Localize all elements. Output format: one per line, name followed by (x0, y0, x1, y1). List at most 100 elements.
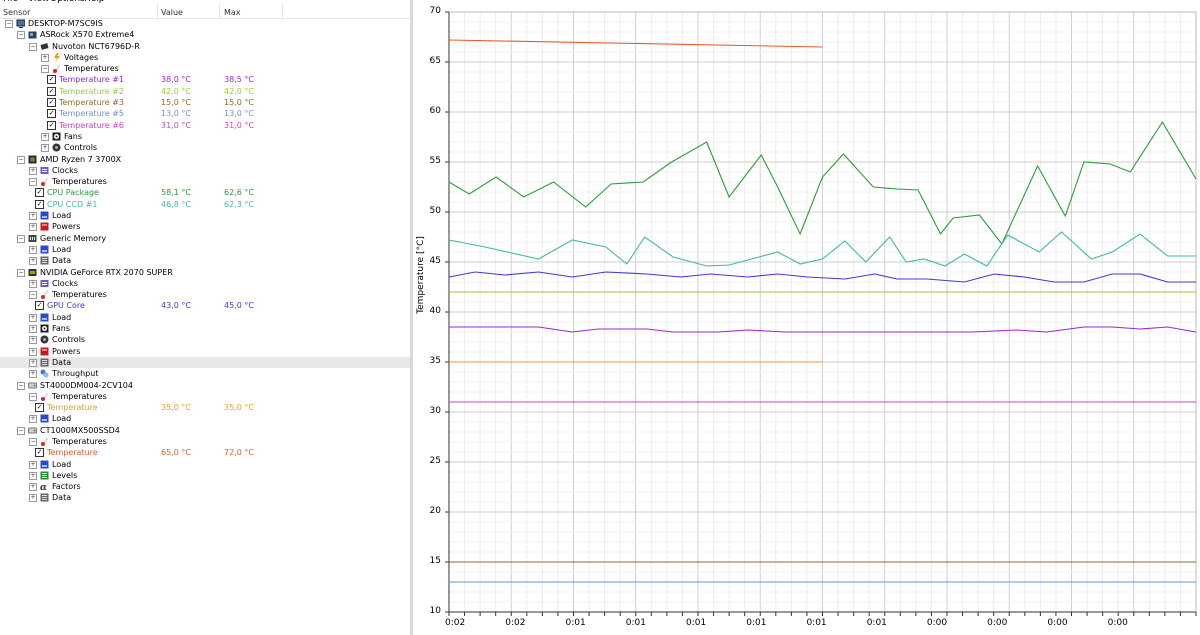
collapse-toggle[interactable]: − (17, 31, 25, 40)
sensor-row[interactable]: ✓ Temperature 35,0 °C 35,0 °C (0, 402, 410, 413)
expand-toggle[interactable]: + (29, 483, 37, 492)
collapse-toggle[interactable]: − (29, 437, 37, 446)
tree-node[interactable]: + Load (0, 413, 410, 424)
expand-toggle[interactable]: + (29, 336, 37, 345)
menu-file[interactable]: File (3, 0, 18, 4)
sensor-row[interactable]: ✓ CPU CCD #1 46,8 °C 62,3 °C (0, 199, 410, 210)
expand-toggle[interactable]: + (29, 471, 37, 480)
plot-checkbox[interactable]: ✓ (47, 109, 56, 119)
voltage-icon (52, 52, 61, 62)
tree-node[interactable]: − Temperatures (0, 289, 410, 300)
menu-help[interactable]: Help (84, 0, 105, 4)
plot-checkbox[interactable]: ✓ (35, 403, 44, 413)
tree-node[interactable]: + Controls (0, 142, 410, 153)
tree-node[interactable]: + Data (0, 492, 410, 503)
tree-node[interactable]: + Load (0, 210, 410, 221)
collapse-toggle[interactable]: − (5, 20, 13, 28)
tree-node[interactable]: − Generic Memory (0, 233, 410, 244)
tree-node[interactable]: + Data (0, 255, 410, 266)
expand-toggle[interactable]: + (29, 494, 37, 503)
collapse-toggle[interactable]: − (29, 178, 37, 187)
collapse-toggle[interactable]: − (29, 392, 37, 401)
tree-node[interactable]: − ASRock X570 Extreme4 (0, 29, 410, 40)
tree-node[interactable]: − Temperatures (0, 391, 410, 402)
tree-node[interactable]: + Powers (0, 221, 410, 232)
collapse-toggle[interactable]: − (17, 381, 25, 390)
tree-node[interactable]: + Clocks (0, 278, 410, 289)
expand-toggle[interactable]: + (29, 370, 37, 379)
expand-toggle[interactable]: + (41, 132, 49, 141)
expand-toggle[interactable]: + (29, 223, 37, 232)
hdd-icon (28, 426, 37, 435)
plot-checkbox[interactable]: ✓ (35, 188, 44, 198)
menu-view[interactable]: View (28, 0, 49, 4)
plot-checkbox[interactable]: ✓ (35, 448, 44, 458)
expand-toggle[interactable]: + (29, 166, 37, 175)
tree-node[interactable]: − Temperatures (0, 436, 410, 447)
sensor-value: 46,8 °C (161, 199, 191, 209)
column-header-sensor[interactable]: Sensor (3, 8, 30, 17)
tree-node[interactable]: − Nuvoton NCT6796D-R (0, 41, 410, 52)
plot-checkbox[interactable]: ✓ (47, 86, 56, 96)
tree-node[interactable]: + Load (0, 244, 410, 255)
plot-checkbox[interactable]: ✓ (47, 120, 56, 130)
tree-node[interactable]: + Throughput (0, 368, 410, 379)
expand-toggle[interactable]: + (29, 460, 37, 469)
tree-node[interactable]: − NVIDIA GeForce RTX 2070 SUPER (0, 267, 410, 278)
collapse-toggle[interactable]: − (29, 42, 37, 51)
sensor-row[interactable]: ✓ Temperature 65,0 °C 72,0 °C (0, 447, 410, 458)
tree-node[interactable]: − Temperatures (0, 63, 410, 74)
plot-checkbox[interactable]: ✓ (47, 98, 56, 108)
collapse-toggle[interactable]: − (17, 426, 25, 435)
expand-toggle[interactable]: + (29, 347, 37, 356)
expand-toggle[interactable]: + (41, 53, 49, 62)
collapse-toggle[interactable]: − (41, 65, 49, 74)
collapse-toggle[interactable]: − (17, 155, 25, 164)
plot-checkbox[interactable]: ✓ (35, 199, 44, 209)
tree-node[interactable]: + Levels (0, 470, 410, 481)
tree-node[interactable]: + Fans (0, 323, 410, 334)
sensor-row[interactable]: ✓ Temperature #5 13,0 °C 13,0 °C (0, 108, 410, 119)
sensor-row[interactable]: ✓ Temperature #2 42,0 °C 42,0 °C (0, 86, 410, 97)
expand-toggle[interactable]: + (29, 325, 37, 334)
tree-node[interactable]: + Fans (0, 131, 410, 142)
tree-node[interactable]: + Powers (0, 346, 410, 357)
column-header-value[interactable]: Value (161, 8, 183, 17)
expand-toggle[interactable]: + (29, 212, 37, 221)
expand-toggle[interactable]: + (29, 245, 37, 254)
sensor-row[interactable]: ✓ Temperature #1 38,0 °C 38,5 °C (0, 74, 410, 85)
tree-node[interactable]: − AMD Ryzen 7 3700X (0, 154, 410, 165)
tree-node[interactable]: + Load (0, 459, 410, 470)
tree-node[interactable]: − CT1000MX500SSD4 (0, 425, 410, 436)
plot-checkbox[interactable]: ✓ (35, 301, 44, 311)
collapse-toggle[interactable]: − (17, 234, 25, 243)
tree-node[interactable]: + Voltages (0, 52, 410, 63)
expand-toggle[interactable]: + (29, 415, 37, 424)
expand-toggle[interactable]: + (29, 358, 37, 367)
sensor-row[interactable]: ✓ Temperature #6 31,0 °C 31,0 °C (0, 120, 410, 131)
tree-node[interactable]: + Load (0, 312, 410, 323)
tree-node[interactable]: + Data (0, 356, 410, 369)
fan-icon (40, 324, 49, 333)
tree-node[interactable]: + α Factors (0, 481, 410, 493)
plot-checkbox[interactable]: ✓ (47, 75, 56, 85)
sensor-max: 13,0 °C (224, 109, 254, 119)
sensor-row[interactable]: ✓ Temperature #3 15,0 °C 15,0 °C (0, 97, 410, 108)
expand-toggle[interactable]: + (29, 279, 37, 288)
tree-node[interactable]: − ST4000DM004-2CV104 (0, 380, 410, 391)
sensor-row[interactable]: ✓ GPU Core 43,0 °C 45,0 °C (0, 300, 410, 311)
column-header-max[interactable]: Max (224, 8, 241, 17)
sensor-value: 13,0 °C (161, 109, 191, 119)
menu-options[interactable]: Options (50, 0, 85, 4)
sensor-row[interactable]: ✓ CPU Package 58,1 °C 62,6 °C (0, 187, 410, 198)
expand-toggle[interactable]: + (41, 144, 49, 153)
collapse-toggle[interactable]: − (17, 268, 25, 277)
tree-node[interactable]: + Controls (0, 334, 410, 345)
collapse-toggle[interactable]: − (29, 291, 37, 300)
expand-toggle[interactable]: + (29, 257, 37, 266)
tree-node[interactable]: + Clocks (0, 165, 410, 176)
tree-node[interactable]: − Temperatures (0, 176, 410, 187)
tree-header: Sensor Value Max (0, 5, 410, 19)
expand-toggle[interactable]: + (29, 313, 37, 322)
tree-node[interactable]: − DESKTOP-M7SC9IS (0, 18, 410, 29)
